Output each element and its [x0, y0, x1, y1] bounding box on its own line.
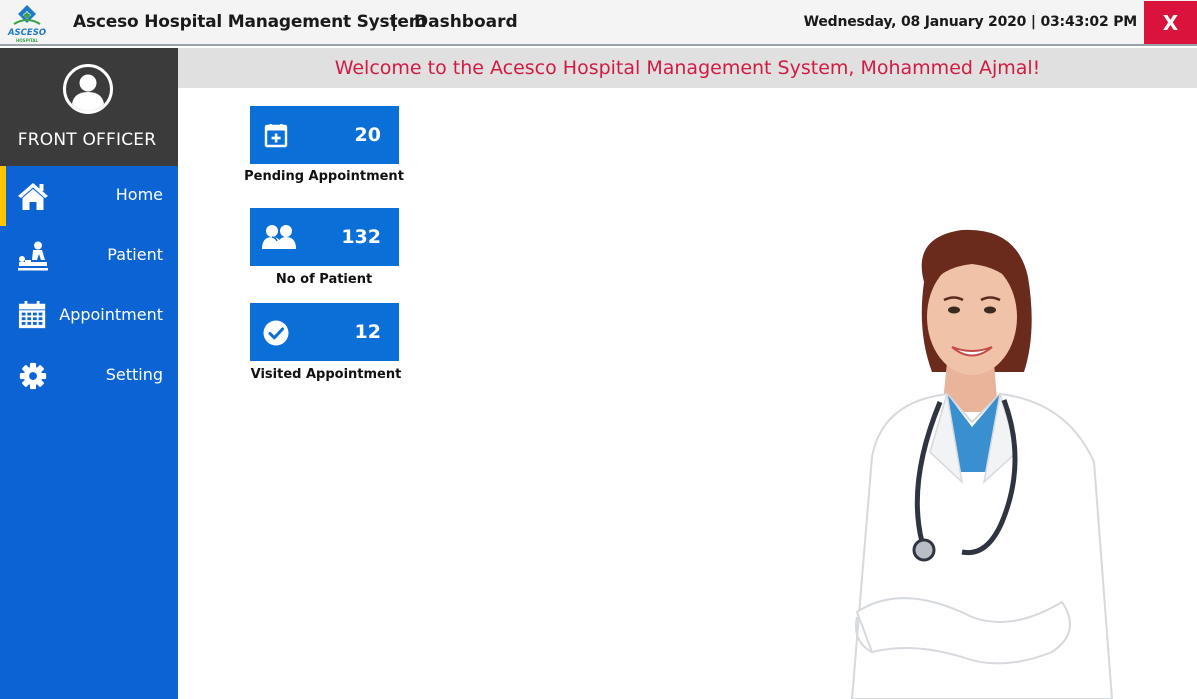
visited-appointment-tile[interactable]: 12: [250, 303, 399, 361]
sidebar-item-label: Patient: [107, 245, 163, 264]
svg-text:ASCESO: ASCESO: [7, 28, 46, 38]
app-title: Asceso Hospital Management System: [73, 12, 427, 32]
sidebar-item-patient[interactable]: Patient: [0, 226, 178, 286]
doctor-illustration: [850, 229, 1114, 699]
home-icon: [18, 183, 48, 210]
user-avatar-icon: [63, 64, 113, 114]
gear-icon: [19, 362, 47, 390]
sidebar-item-appointment[interactable]: Appointment: [0, 286, 178, 346]
date-time-display: Wednesday, 08 January 2020 | 03:43:02 PM: [803, 14, 1138, 30]
sidebar-item-label: Appointment: [59, 305, 163, 324]
calendar-plus-icon: [264, 124, 288, 148]
sidebar-item-label: Home: [115, 185, 163, 204]
close-button[interactable]: X: [1144, 1, 1197, 44]
hospital-logo: ASCESO HOSPITAL: [7, 5, 46, 43]
profile-panel: FRONT OFFICER: [0, 48, 178, 166]
sidebar-item-label: Setting: [105, 365, 163, 384]
welcome-banner: Welcome to the Acesco Hospital Managemen…: [178, 48, 1197, 88]
app-window: ASCESO HOSPITAL Asceso Hospital Manageme…: [0, 0, 1197, 699]
users-icon: [262, 225, 296, 249]
patient-count-label: No of Patient: [275, 272, 373, 287]
svg-text:HOSPITAL: HOSPITAL: [16, 38, 39, 43]
check-circle-icon: [263, 320, 289, 346]
visited-appointment-label: Visited Appointment: [250, 367, 402, 382]
title-separator: |: [391, 12, 398, 32]
patient-count: 132: [341, 226, 381, 248]
page-title: Dashboard: [414, 12, 518, 32]
pending-appointment-label: Pending Appointment: [244, 169, 404, 184]
patient-count-tile[interactable]: 132: [250, 208, 399, 266]
patient-icon: [18, 241, 48, 271]
visited-appointment-count: 12: [354, 321, 381, 343]
user-role: FRONT OFFICER: [17, 130, 157, 150]
calendar-icon: [18, 300, 46, 329]
pending-appointment-count: 20: [354, 124, 381, 146]
sidebar: FRONT OFFICER Home Patient Appointment S…: [0, 48, 178, 699]
pending-appointment-tile[interactable]: 20: [250, 106, 399, 164]
sidebar-item-setting[interactable]: Setting: [0, 346, 178, 406]
sidebar-item-home[interactable]: Home: [0, 166, 178, 226]
title-bar: ASCESO HOSPITAL Asceso Hospital Manageme…: [0, 0, 1197, 46]
